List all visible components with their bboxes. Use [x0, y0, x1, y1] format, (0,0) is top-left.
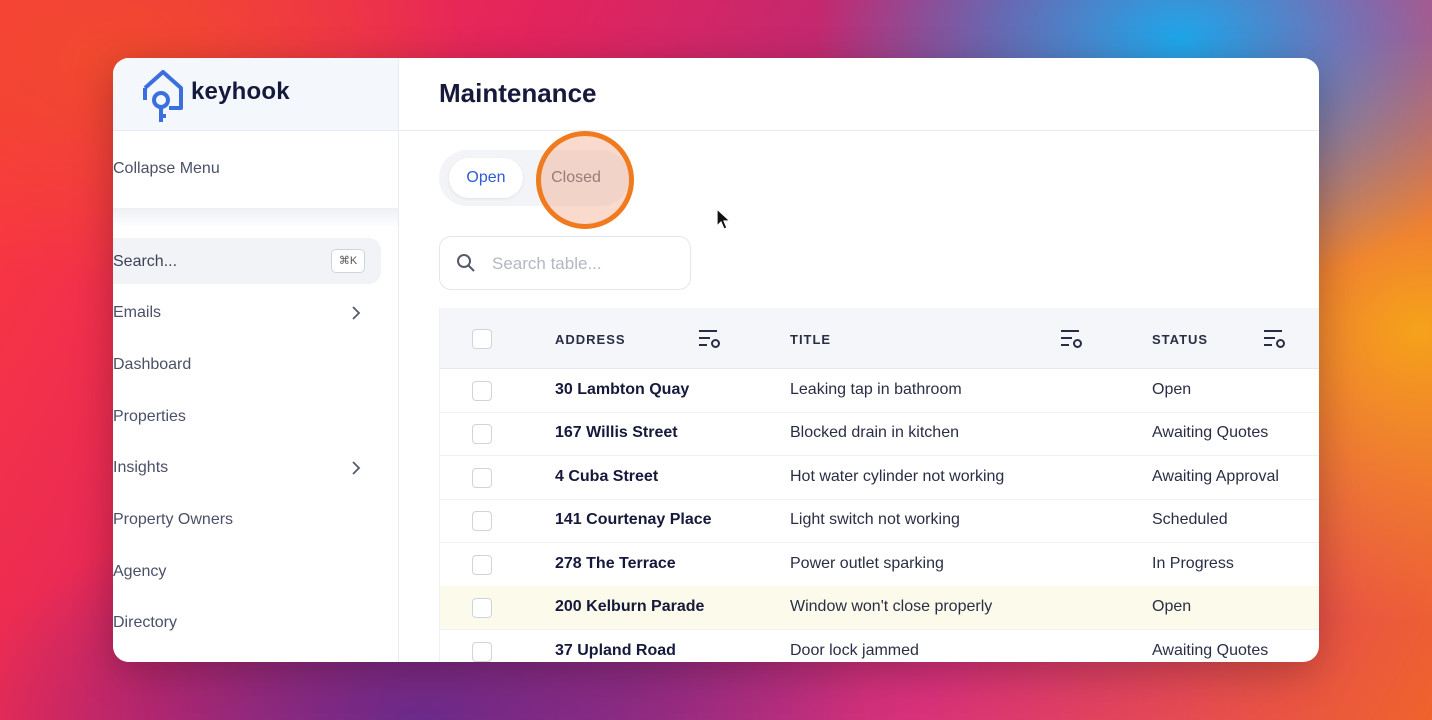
column-header-title[interactable]: TITLE — [790, 332, 831, 347]
cell-status: Awaiting Quotes — [1152, 424, 1269, 441]
table-row-highlighted[interactable]: 200 Kelburn Parade Window won't close pr… — [440, 586, 1319, 630]
column-settings-icon[interactable] — [1060, 328, 1084, 350]
sidebar-item-label: Properties — [113, 408, 186, 425]
row-checkbox[interactable] — [472, 468, 492, 488]
column-settings-icon[interactable] — [698, 328, 722, 350]
cell-title: Window won't close properly — [790, 598, 993, 615]
row-checkbox[interactable] — [472, 424, 492, 444]
page-title: Maintenance — [439, 78, 597, 108]
column-header-address[interactable]: ADDRESS — [555, 332, 626, 347]
sidebar: keyhook Collapse Menu Search... ⌘K Email… — [113, 58, 399, 662]
cell-title: Leaking tap in bathroom — [790, 381, 962, 398]
table-row[interactable]: 37 Upland Road Door lock jammed Awaiting… — [440, 630, 1319, 662]
collapse-menu-button[interactable]: Collapse Menu — [113, 160, 220, 178]
tab-open[interactable]: Open — [449, 158, 523, 198]
column-header-status[interactable]: STATUS — [1152, 332, 1208, 347]
cell-status: Open — [1152, 598, 1192, 615]
click-indicator — [536, 131, 634, 229]
sidebar-item-label: Directory — [113, 614, 178, 631]
sidebar-item-label: Dashboard — [113, 356, 192, 373]
sidebar-item-property-owners[interactable]: Property Owners — [113, 505, 381, 535]
cell-address: 4 Cuba Street — [555, 468, 659, 485]
row-checkbox[interactable] — [472, 511, 492, 531]
cell-address: 30 Lambton Quay — [555, 381, 690, 398]
table-search — [439, 236, 691, 290]
cell-address: 37 Upland Road — [555, 642, 676, 659]
main-content: Maintenance Open Closed ADDRESS — [399, 58, 1319, 662]
sidebar-item-directory[interactable]: Directory — [113, 608, 381, 638]
cell-status: Awaiting Approval — [1152, 468, 1279, 485]
cell-address: 200 Kelburn Parade — [555, 598, 705, 615]
row-checkbox[interactable] — [472, 642, 492, 662]
sidebar-divider — [113, 208, 398, 228]
cell-address: 141 Courtenay Place — [555, 511, 712, 528]
cell-status: In Progress — [1152, 555, 1234, 572]
page-header: Maintenance — [399, 58, 1319, 131]
search-input[interactable] — [490, 249, 684, 279]
table-row[interactable]: 167 Willis Street Blocked drain in kitch… — [440, 412, 1319, 456]
sidebar-search-label: Search... — [113, 253, 178, 270]
cell-status: Awaiting Quotes — [1152, 642, 1269, 659]
search-icon — [457, 254, 475, 272]
row-checkbox[interactable] — [472, 381, 492, 401]
sidebar-item-label: Property Owners — [113, 511, 234, 528]
logo-row: keyhook — [113, 58, 398, 131]
select-all-checkbox[interactable] — [472, 329, 492, 349]
cell-status: Scheduled — [1152, 511, 1228, 528]
sidebar-item-dashboard[interactable]: Dashboard — [113, 350, 381, 380]
app-window: keyhook Collapse Menu Search... ⌘K Email… — [113, 58, 1319, 662]
row-checkbox[interactable] — [472, 555, 492, 575]
sidebar-item-label: Emails — [113, 304, 162, 321]
table-row[interactable]: 141 Courtenay Place Light switch not wor… — [440, 499, 1319, 543]
sidebar-item-insights[interactable]: Insights — [113, 453, 381, 483]
table-row[interactable]: 4 Cuba Street Hot water cylinder not wor… — [440, 456, 1319, 500]
sidebar-item-properties[interactable]: Properties — [113, 402, 381, 432]
table-row[interactable]: 278 The Terrace Power outlet sparking In… — [440, 543, 1319, 587]
cell-title: Blocked drain in kitchen — [790, 424, 959, 441]
chevron-right-icon — [352, 461, 361, 475]
sidebar-item-emails[interactable]: Emails — [113, 298, 381, 328]
cell-title: Light switch not working — [790, 511, 960, 528]
sidebar-item-label: Insights — [113, 459, 169, 476]
cell-address: 278 The Terrace — [555, 555, 676, 572]
chevron-right-icon — [352, 306, 361, 320]
mouse-cursor-icon — [716, 208, 732, 230]
cell-status: Open — [1152, 381, 1192, 398]
table-header: ADDRESS TITLE STATUS — [440, 308, 1319, 369]
cell-address: 167 Willis Street — [555, 424, 678, 441]
sidebar-search[interactable]: Search... ⌘K — [113, 238, 381, 284]
sidebar-item-label: Agency — [113, 563, 167, 580]
sidebar-item-agency[interactable]: Agency — [113, 557, 381, 587]
cell-title: Power outlet sparking — [790, 555, 944, 572]
table-row[interactable]: 30 Lambton Quay Leaking tap in bathroom … — [440, 369, 1319, 413]
brand-name: keyhook — [191, 78, 290, 105]
keyhook-logo-icon — [143, 70, 183, 122]
cell-title: Hot water cylinder not working — [790, 468, 1005, 485]
row-checkbox[interactable] — [472, 598, 492, 618]
cell-title: Door lock jammed — [790, 642, 919, 659]
shortcut-badge: ⌘K — [331, 249, 365, 273]
maintenance-table: ADDRESS TITLE STATUS 30 Lambton Quay Lea… — [439, 308, 1319, 662]
column-settings-icon[interactable] — [1263, 328, 1287, 350]
